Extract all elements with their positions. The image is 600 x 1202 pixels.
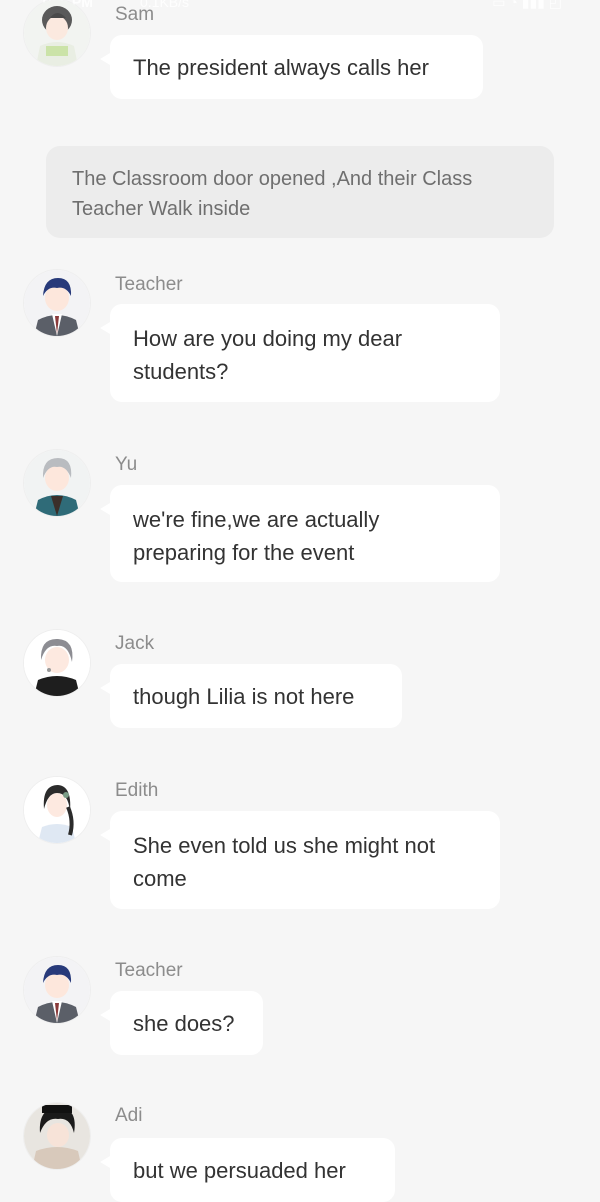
sender-name: Teacher — [115, 274, 183, 295]
avatar-teacher[interactable] — [24, 270, 90, 336]
message-bubble[interactable]: She even told us she might not come — [100, 811, 500, 909]
message-bubble[interactable]: The president always calls her — [100, 35, 483, 99]
sender-name: Teacher — [115, 960, 183, 981]
sender-name: Edith — [115, 780, 159, 801]
avatar-edith[interactable] — [24, 777, 90, 843]
avatar-teacher-icon — [24, 957, 90, 1023]
avatar-sam[interactable] — [24, 0, 90, 66]
narration-box: The Classroom door opened ,And their Cla… — [46, 146, 554, 238]
avatar-teacher-icon — [24, 270, 90, 336]
sender-name: Yu — [115, 454, 138, 475]
sender-name: Jack — [115, 633, 155, 654]
avatar-teacher[interactable] — [24, 957, 90, 1023]
message-bubble[interactable]: she does? — [100, 991, 263, 1055]
avatar-jack-icon — [24, 630, 90, 696]
sender-name: Adi — [115, 1105, 143, 1126]
message-bubble[interactable]: but we persuaded her — [100, 1138, 395, 1202]
message-bubble[interactable]: How are you doing my dear students? — [100, 304, 500, 402]
sender-name: Sam — [115, 4, 155, 25]
avatar-sam-icon — [24, 0, 90, 66]
avatar-adi[interactable] — [24, 1103, 90, 1169]
avatar-yu-icon — [24, 450, 90, 516]
avatar-yu[interactable] — [24, 450, 90, 516]
status-icons: ▭ ◔ ▮▮▮ ◰ — [492, 0, 562, 10]
message-bubble[interactable]: we're fine,we are actually preparing for… — [100, 485, 500, 582]
avatar-jack[interactable] — [24, 630, 90, 696]
status-bar: 1:35 PM 0.1KB/s ▭ ◔ ▮▮▮ ◰ — [0, 0, 600, 12]
avatar-adi-icon — [24, 1103, 90, 1169]
message-bubble[interactable]: though Lilia is not here — [100, 664, 402, 728]
avatar-edith-icon — [24, 777, 90, 843]
